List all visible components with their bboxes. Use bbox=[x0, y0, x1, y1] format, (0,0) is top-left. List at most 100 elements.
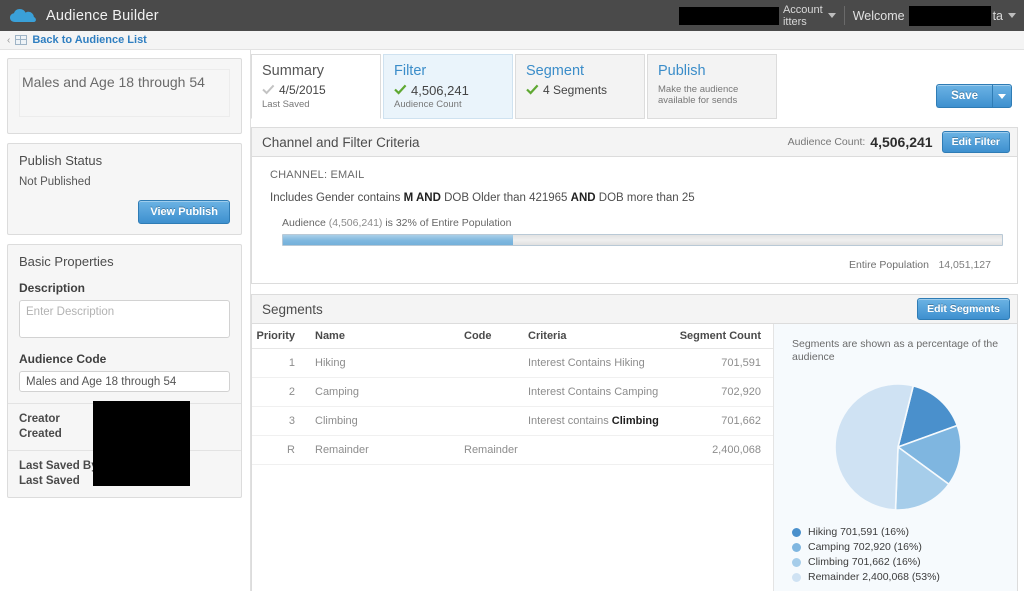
cell-code bbox=[464, 378, 528, 407]
basic-properties-panel: Basic Properties Description Audience Co… bbox=[7, 244, 242, 498]
back-to-audience-list-link[interactable]: Back to Audience List bbox=[32, 34, 147, 46]
page-body: Males and Age 18 through 54 Publish Stat… bbox=[0, 50, 1024, 591]
cell-segment-count: 701,662 bbox=[671, 407, 773, 436]
cell-criteria: Interest Contains Hiking bbox=[528, 349, 671, 378]
segments-header: Segments Edit Segments bbox=[252, 295, 1017, 324]
save-dropdown-toggle[interactable] bbox=[992, 84, 1012, 108]
segments-table-wrap: Priority Name Code Criteria Segment Coun… bbox=[252, 324, 773, 591]
tab-summary-title: Summary bbox=[262, 63, 371, 79]
tab-segment[interactable]: Segment 4 Segments bbox=[515, 54, 645, 119]
criteria-prefix: Includes Gender contains bbox=[270, 192, 404, 204]
account-switcher[interactable]: Account itters bbox=[671, 0, 844, 31]
tab-publish[interactable]: Publish Make the audience available for … bbox=[647, 54, 777, 119]
cell-code: Remainder bbox=[464, 436, 528, 465]
check-green-icon bbox=[394, 84, 407, 95]
tab-publish-desc: Make the audience available for sends bbox=[658, 84, 767, 106]
tab-filter-value: 4,506,241 bbox=[411, 84, 469, 97]
back-arrow-icon[interactable]: ‹ bbox=[7, 35, 10, 46]
tab-filter-sub: Audience Count bbox=[394, 99, 503, 110]
publish-status-title: Publish Status bbox=[8, 144, 241, 176]
cell-segment-count: 702,920 bbox=[671, 378, 773, 407]
chevron-down-icon[interactable] bbox=[1008, 13, 1016, 18]
publish-status-value: Not Published bbox=[19, 176, 230, 188]
chevron-down-icon[interactable] bbox=[828, 13, 836, 18]
criteria-middle: DOB Older than 421965 bbox=[441, 192, 571, 204]
tab-summary[interactable]: Summary 4/5/2015 Last Saved bbox=[251, 54, 381, 119]
table-row[interactable]: 1HikingInterest Contains Hiking701,591 bbox=[252, 349, 773, 378]
channel-filter-title: Channel and Filter Criteria bbox=[262, 135, 788, 150]
cell-criteria bbox=[528, 436, 671, 465]
table-row[interactable]: RRemainderRemainder2,400,068 bbox=[252, 436, 773, 465]
segments-split: Priority Name Code Criteria Segment Coun… bbox=[252, 324, 1017, 591]
top-app-bar: Audience Builder Account itters Welcome … bbox=[0, 0, 1024, 31]
save-button[interactable]: Save bbox=[936, 84, 992, 108]
segments-card: Segments Edit Segments Priority Name Cod… bbox=[251, 294, 1018, 591]
edit-filter-button[interactable]: Edit Filter bbox=[942, 131, 1010, 153]
col-segment-count: Segment Count bbox=[671, 324, 773, 349]
edit-segments-button[interactable]: Edit Segments bbox=[917, 298, 1010, 320]
account-label-line1: Account bbox=[783, 4, 823, 16]
welcome-suffix: ta bbox=[993, 10, 1003, 22]
cell-name: Camping bbox=[304, 378, 464, 407]
col-criteria: Criteria bbox=[528, 324, 671, 349]
tab-summary-sub: Last Saved bbox=[262, 99, 371, 110]
cell-segment-count: 701,591 bbox=[671, 349, 773, 378]
audience-bar-label: Audience (4,506,241) is 32% of Entire Po… bbox=[282, 217, 1003, 229]
entire-population-row: Entire Population 14,051,127 bbox=[270, 255, 1003, 273]
basic-properties-title: Basic Properties bbox=[8, 245, 241, 277]
check-grey-icon bbox=[262, 84, 275, 95]
tab-summary-row: 4/5/2015 bbox=[262, 84, 371, 97]
username-redacted-block bbox=[909, 6, 991, 26]
metadata-rows: Creator Created Last Saved By Last Saved bbox=[8, 403, 241, 497]
segments-table-head: Priority Name Code Criteria Segment Coun… bbox=[252, 324, 773, 349]
channel-filter-header: Channel and Filter Criteria Audience Cou… bbox=[252, 128, 1017, 157]
col-name: Name bbox=[304, 324, 464, 349]
criteria-bold-1: M AND bbox=[404, 192, 441, 204]
publish-button-row: View Publish bbox=[19, 200, 230, 224]
legend-label: Climbing 701,662 (16%) bbox=[808, 556, 921, 568]
basic-properties-body: Description Audience Code bbox=[8, 281, 241, 403]
view-publish-button[interactable]: View Publish bbox=[138, 200, 230, 224]
pie-chart bbox=[792, 382, 1003, 512]
channel-filter-body: CHANNEL: EMAIL Includes Gender contains … bbox=[252, 157, 1017, 283]
legend-label: Camping 702,920 (16%) bbox=[808, 541, 922, 553]
legend-label: Hiking 701,591 (16%) bbox=[808, 526, 909, 538]
account-redacted-block bbox=[679, 7, 779, 25]
legend-swatch-icon bbox=[792, 558, 801, 567]
audience-count-label: Audience Count: bbox=[788, 136, 866, 148]
audience-code-input[interactable] bbox=[19, 371, 230, 392]
description-input[interactable] bbox=[19, 300, 230, 338]
criteria-highlight: Climbing bbox=[612, 415, 659, 427]
legend-item: Remainder 2,400,068 (53%) bbox=[792, 571, 1003, 583]
main-content: Summary 4/5/2015 Last Saved Filter 4,506… bbox=[250, 50, 1024, 591]
publish-status-panel: Publish Status Not Published View Publis… bbox=[7, 143, 242, 235]
account-label: Account itters bbox=[783, 4, 823, 28]
cloud-icon bbox=[10, 8, 36, 24]
criteria-line: Includes Gender contains M AND DOB Older… bbox=[270, 192, 1003, 204]
segments-table: Priority Name Code Criteria Segment Coun… bbox=[252, 324, 773, 465]
cell-name: Remainder bbox=[304, 436, 464, 465]
cell-priority: 1 bbox=[252, 349, 304, 378]
bar-label-count: (4,506,241) bbox=[329, 217, 383, 229]
segments-chart-panel: Segments are shown as a percentage of th… bbox=[773, 324, 1017, 591]
cell-priority: R bbox=[252, 436, 304, 465]
tab-segment-row: 4 Segments bbox=[526, 84, 635, 97]
legend-swatch-icon bbox=[792, 528, 801, 537]
legend-item: Hiking 701,591 (16%) bbox=[792, 526, 1003, 538]
segments-header-row: Priority Name Code Criteria Segment Coun… bbox=[252, 324, 773, 349]
audience-name-panel: Males and Age 18 through 54 bbox=[7, 58, 242, 134]
audience-name-field[interactable]: Males and Age 18 through 54 bbox=[19, 69, 230, 117]
user-menu[interactable]: Welcome ta bbox=[845, 0, 1024, 31]
channel-line: CHANNEL: EMAIL bbox=[270, 169, 1003, 181]
tab-segment-title: Segment bbox=[526, 63, 635, 79]
check-green-icon bbox=[526, 84, 539, 95]
table-row[interactable]: 2CampingInterest Contains Camping702,920 bbox=[252, 378, 773, 407]
table-row[interactable]: 3ClimbingInterest contains Climbing701,6… bbox=[252, 407, 773, 436]
breadcrumb: ‹ Back to Audience List bbox=[0, 31, 1024, 50]
last-saved-block: Last Saved By Last Saved bbox=[8, 451, 241, 497]
tab-filter[interactable]: Filter 4,506,241 Audience Count bbox=[383, 54, 513, 119]
segments-title: Segments bbox=[262, 302, 917, 317]
bar-label-pre: Audience bbox=[282, 217, 329, 229]
criteria-bold-2: AND bbox=[571, 192, 596, 204]
tab-publish-title: Publish bbox=[658, 63, 767, 79]
